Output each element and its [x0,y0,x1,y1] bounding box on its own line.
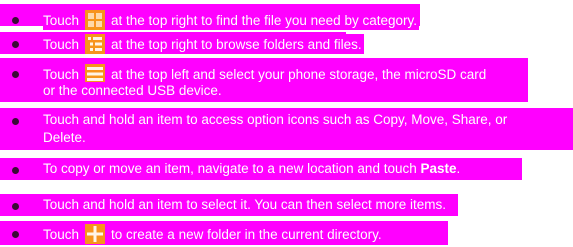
bullet-icon [12,203,19,210]
list-item: Touch and hold an item to access option … [0,108,573,150]
item-text-continued: Delete. [43,129,88,147]
folder-list-icon [85,34,106,54]
bullet-icon [12,118,19,125]
paste-label: Paste [420,161,457,176]
item-text: To copy or move an item, navigate to a n… [43,160,463,178]
add-icon [85,224,106,244]
item-text-continued: or the connected USB device. [43,82,224,100]
list-item: Touch at the top right to browse folders … [0,32,364,54]
bullet-icon [12,167,19,174]
item-text: Touch to create a new folder in the curre… [43,224,384,244]
item-text: Touch and hold an item to access option … [43,111,510,129]
item-text: Touch at the top right to find the file y… [43,10,419,30]
bullet-icon [12,17,19,24]
bullet-icon [12,231,19,238]
item-text: Touch and hold an item to select it. You… [43,196,448,214]
list-item: To copy or move an item, navigate to a n… [0,158,522,180]
list-item: Touch to create a new folder in the curre… [0,221,448,245]
item-text: Touch at the top left and select your pho… [43,64,489,84]
bullet-list: Touch at the top right to find the file y… [0,0,573,247]
list-item: Touch at the top left and select your pho… [0,58,528,102]
menu-icon [85,64,106,84]
list-item: Touch at the top right to find the file y… [0,4,420,30]
item-text: Touch at the top right to browse folders … [43,34,364,54]
bullet-icon [12,71,19,78]
list-item: Touch and hold an item to select it. You… [0,194,458,216]
category-grid-icon [85,10,106,30]
bullet-icon [12,41,19,48]
